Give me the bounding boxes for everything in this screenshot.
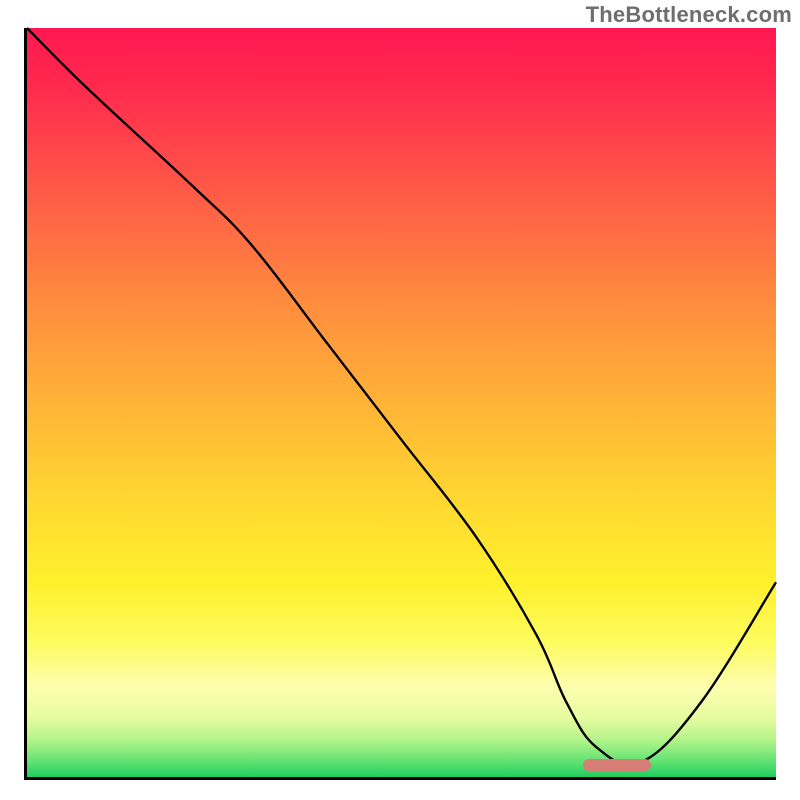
- plot-area: [24, 28, 776, 780]
- chart-container: TheBottleneck.com: [0, 0, 800, 800]
- optimal-range-marker: [583, 759, 651, 771]
- curve-path: [27, 28, 776, 765]
- watermark-text: TheBottleneck.com: [586, 2, 792, 28]
- bottleneck-curve: [27, 28, 776, 777]
